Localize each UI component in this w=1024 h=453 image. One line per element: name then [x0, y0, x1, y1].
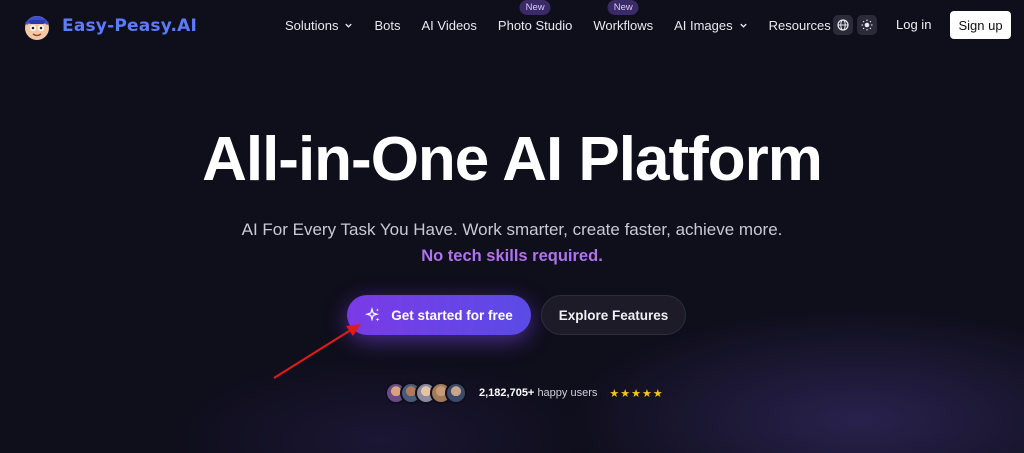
language-button[interactable] — [833, 15, 853, 35]
new-badge: New — [519, 0, 551, 15]
chevron-down-icon — [739, 23, 747, 28]
sparkle-icon — [365, 307, 380, 322]
rating-stars: ★★★★★ — [609, 387, 664, 400]
hero-tagline: No tech skills required. — [421, 247, 603, 265]
explore-features-button[interactable]: Explore Features — [541, 295, 686, 335]
top-nav: Easy-Peasy.AI Solutions Bots AI Videos N… — [0, 0, 1024, 50]
menu-item-label: Bots — [374, 17, 401, 33]
menu-item-photo-studio[interactable]: New Photo Studio — [497, 0, 573, 33]
menu-item-bots[interactable]: Bots — [374, 18, 400, 33]
menu-item-label: Solutions — [285, 17, 339, 33]
brand-logo[interactable]: Easy-Peasy.AI — [20, 9, 197, 43]
menu-item-label: AI Images — [674, 17, 733, 33]
user-count-suffix: happy users — [537, 387, 598, 399]
get-started-label: Get started for free — [391, 307, 513, 323]
menu-item-workflows[interactable]: New Workflows — [593, 0, 654, 33]
menu-item-solutions[interactable]: Solutions — [285, 18, 353, 33]
get-started-button[interactable]: Get started for free — [347, 295, 531, 335]
happy-users-text: 2,182,705+ happy users — [479, 387, 597, 399]
annotation-arrow-icon — [273, 324, 361, 379]
menu-item-label: Resources — [768, 17, 831, 33]
social-proof: 2,182,705+ happy users ★★★★★ — [385, 381, 664, 405]
login-link[interactable]: Log in — [896, 17, 931, 32]
menu-item-label: AI Videos — [421, 17, 477, 33]
menu-item-label: Photo Studio — [497, 17, 573, 33]
signup-button[interactable]: Sign up — [950, 11, 1011, 39]
chevron-down-icon — [345, 23, 353, 28]
theme-toggle-button[interactable] — [857, 15, 877, 35]
hero-subtitle: AI For Every Task You Have. Work smarter… — [241, 220, 783, 239]
menu-item-ai-images[interactable]: AI Images — [674, 18, 748, 33]
user-count: 2,182,705+ — [479, 387, 535, 399]
mascot-logo-icon — [25, 16, 49, 40]
user-avatars — [385, 382, 467, 404]
main-menu: Solutions Bots AI Videos New Photo Studi… — [285, 0, 867, 50]
hero-title: All-in-One AI Platform — [202, 125, 823, 194]
sun-icon — [861, 19, 873, 31]
avatar — [445, 382, 467, 404]
new-badge: New — [607, 0, 639, 15]
menu-item-label: Workflows — [593, 17, 654, 33]
globe-icon — [837, 19, 849, 31]
brand-name: Easy-Peasy.AI — [62, 16, 197, 36]
menu-item-ai-videos[interactable]: AI Videos — [422, 18, 477, 33]
